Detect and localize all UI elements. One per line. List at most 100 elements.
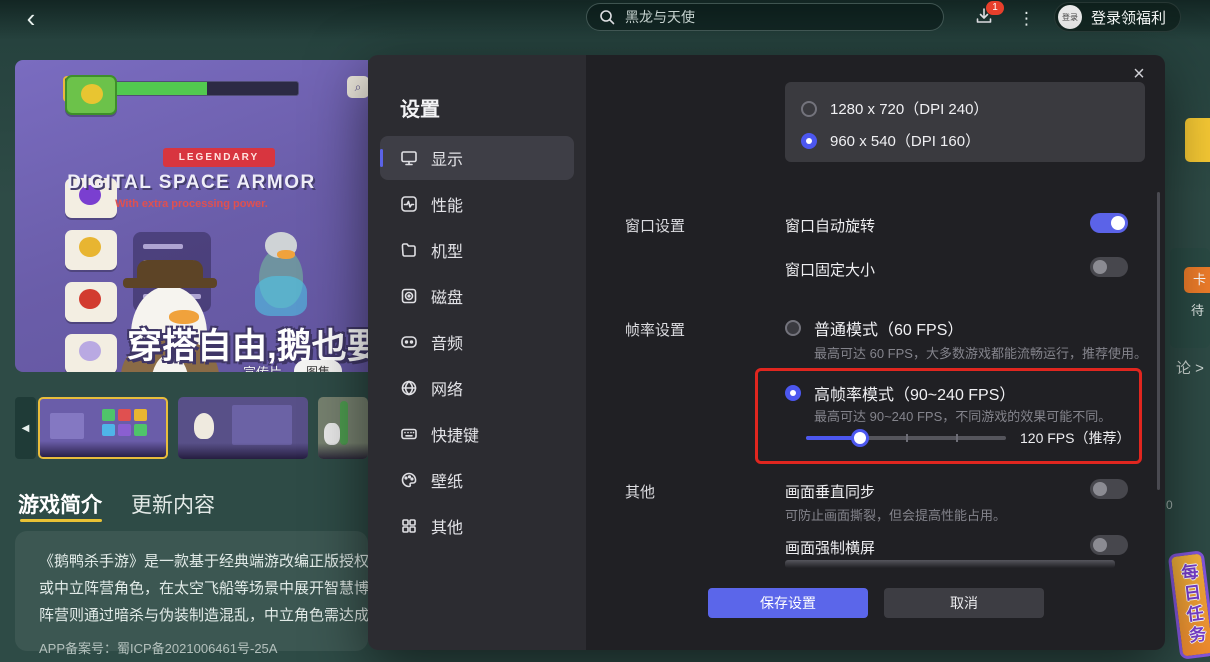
- search-input[interactable]: [623, 8, 931, 26]
- vsync-label: 画面垂直同步: [785, 481, 875, 502]
- performance-icon: [400, 195, 418, 213]
- settings-sidebar: 设置 显示 性能 机型 磁盘 音频 网络 快捷键: [368, 55, 586, 650]
- edge-comment-panel: [1170, 248, 1210, 348]
- sidebar-item-label: 性能: [431, 192, 463, 216]
- daily-task-banner[interactable]: 每日任务: [1168, 550, 1210, 660]
- tab-updates[interactable]: 更新内容: [131, 489, 215, 519]
- radio-selected-icon[interactable]: [801, 133, 817, 149]
- slider-tick: [956, 434, 958, 442]
- slider-tick: [906, 434, 908, 442]
- game-description-card: 《鹅鸭杀手游》是一款基于经典端游改编正版授权的多人在 或中立阵营角色，在太空飞船…: [15, 531, 368, 651]
- sidebar-item-disk[interactable]: 磁盘: [380, 274, 574, 318]
- sidebar-item-display[interactable]: 显示: [380, 136, 574, 180]
- radio-unselected-icon[interactable]: [785, 320, 801, 336]
- app-filing-number: APP备案号：蜀ICP备2021006461号-25A: [39, 638, 368, 657]
- active-tab-underline: [20, 519, 102, 522]
- hero-duck-character: [247, 228, 317, 328]
- fixed-size-toggle[interactable]: [1090, 257, 1128, 277]
- hero-rarity-ribbon: LEGENDARY: [163, 148, 275, 167]
- section-other: 其他: [625, 481, 655, 502]
- description-line: 或中立阵营角色，在太空飞船等场景中展开智慧博弈。鹅阵: [39, 575, 368, 602]
- fixed-size-label: 窗口固定大小: [785, 259, 875, 280]
- sidebar-item-label: 其他: [431, 514, 463, 538]
- sidebar-item-label: 磁盘: [431, 284, 463, 308]
- fps-slider-track[interactable]: [806, 436, 1006, 440]
- description-line: 《鹅鸭杀手游》是一款基于经典端游改编正版授权的多人在: [39, 548, 368, 575]
- tab-game-intro[interactable]: 游戏简介: [18, 489, 102, 519]
- radio-unselected-icon[interactable]: [801, 101, 817, 117]
- sidebar-item-label: 网络: [431, 376, 463, 400]
- download-count-badge: 1: [986, 1, 1004, 15]
- sidebar-item-label: 显示: [431, 146, 463, 170]
- carousel-thumb-3[interactable]: [318, 397, 368, 459]
- carousel-prev-button[interactable]: ◀: [15, 397, 36, 459]
- palette-icon: [400, 471, 418, 489]
- sidebar-item-label: 快捷键: [431, 422, 479, 446]
- sidebar-item-audio[interactable]: 音频: [380, 320, 574, 364]
- sidebar-item-network[interactable]: 网络: [380, 366, 574, 410]
- login-button[interactable]: 登录 登录领福利: [1054, 2, 1181, 32]
- sidebar-item-label: 壁纸: [431, 468, 463, 492]
- modal-scrollbar[interactable]: [1157, 192, 1160, 490]
- edge-card-tag[interactable]: 卡: [1184, 267, 1210, 293]
- section-window-settings: 窗口设置: [625, 215, 685, 236]
- sidebar-item-label: 音频: [431, 330, 463, 354]
- clipped-description-text: [785, 560, 1115, 568]
- gallery-tag[interactable]: 图集: [294, 360, 342, 372]
- disk-icon: [400, 287, 418, 305]
- fps-normal-desc: 最高可达 60 FPS，大多数游戏都能流畅运行，推荐使用。: [814, 343, 1147, 362]
- resolution-option-1280[interactable]: 1280 x 720（DPI 240）: [801, 95, 1129, 122]
- hero-item-title: DIGITAL SPACE ARMOR: [15, 172, 368, 194]
- hero-menu-button: [65, 75, 117, 115]
- download-button[interactable]: 1: [974, 6, 994, 31]
- search-box[interactable]: [586, 3, 944, 31]
- hero-menu-button: [65, 230, 117, 270]
- fps-normal-option[interactable]: 普通模式（60 FPS）: [785, 314, 963, 341]
- keyboard-icon: [400, 425, 418, 443]
- game-hero-screenshot[interactable]: 105 ⌕ LEGENDARY DIGITAL SPACE ARMOR With…: [15, 60, 368, 372]
- cancel-button[interactable]: 取消: [884, 588, 1044, 618]
- search-icon: [599, 9, 615, 25]
- hero-progress-bar: [107, 81, 299, 96]
- auto-rotate-toggle[interactable]: [1090, 213, 1128, 233]
- section-fps-settings: 帧率设置: [625, 319, 685, 340]
- fps-slider-thumb[interactable]: [851, 429, 869, 447]
- hero-item-subtitle: With extra processing power.: [15, 198, 368, 210]
- fps-high-option[interactable]: 高帧率模式（90~240 FPS）: [785, 379, 1015, 406]
- force-landscape-label: 画面强制横屏: [785, 537, 875, 558]
- resolution-card: 1280 x 720（DPI 240） 960 x 540（DPI 160）: [785, 82, 1145, 162]
- audio-icon: [400, 333, 418, 351]
- hero-menu-button: [65, 282, 117, 322]
- grid-icon: [400, 517, 418, 535]
- carousel-thumb-1[interactable]: [38, 397, 168, 459]
- login-avatar: 登录: [1058, 5, 1082, 29]
- edge-yellow-button[interactable]: [1185, 118, 1210, 162]
- settings-main-panel: × 1280 x 720（DPI 240） 960 x 540（DPI 160）…: [586, 55, 1165, 650]
- resolution-option-960[interactable]: 960 x 540（DPI 160）: [801, 127, 1129, 154]
- monitor-icon: [400, 149, 418, 167]
- sidebar-item-performance[interactable]: 性能: [380, 182, 574, 226]
- force-landscape-toggle[interactable]: [1090, 535, 1128, 555]
- edge-count: 0: [1166, 498, 1173, 512]
- back-button[interactable]: ‹: [18, 6, 44, 32]
- sidebar-item-other[interactable]: 其他: [380, 504, 574, 548]
- device-icon: [400, 241, 418, 259]
- save-settings-button[interactable]: 保存设置: [708, 588, 868, 618]
- more-comments-link[interactable]: 论 >: [1176, 357, 1204, 378]
- vsync-toggle[interactable]: [1090, 479, 1128, 499]
- trailer-tag[interactable]: 宣传片: [243, 362, 282, 372]
- auto-rotate-label: 窗口自动旋转: [785, 215, 875, 236]
- radio-selected-icon[interactable]: [785, 385, 801, 401]
- network-icon: [400, 379, 418, 397]
- kebab-menu-button[interactable]: ⋮: [1018, 8, 1035, 30]
- edge-text-fragment: 待: [1191, 300, 1204, 319]
- fps-slider-value: 120 FPS（推荐）: [1020, 428, 1130, 448]
- sidebar-item-wallpaper[interactable]: 壁纸: [380, 458, 574, 502]
- active-indicator: [380, 149, 383, 167]
- carousel-thumb-2[interactable]: [178, 397, 308, 459]
- sidebar-item-hotkeys[interactable]: 快捷键: [380, 412, 574, 456]
- hero-menu-button: [65, 334, 117, 372]
- sidebar-item-device[interactable]: 机型: [380, 228, 574, 272]
- vsync-desc: 可防止画面撕裂，但会提高性能占用。: [785, 505, 1006, 524]
- login-label: 登录领福利: [1091, 7, 1166, 28]
